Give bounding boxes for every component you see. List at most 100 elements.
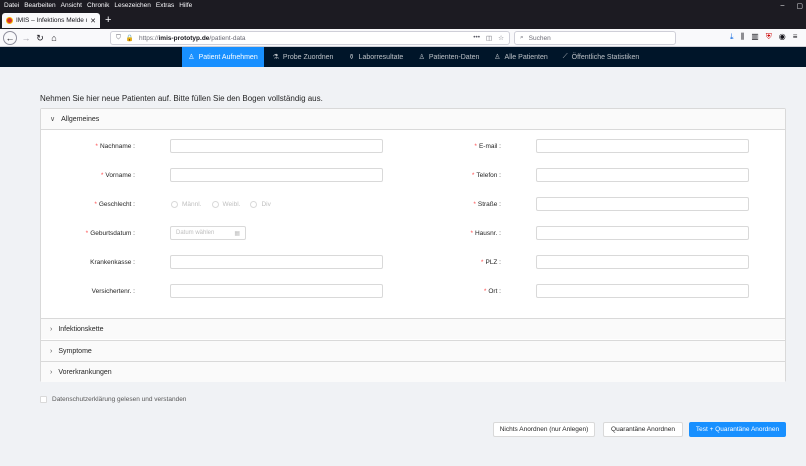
gender-radio-diverse[interactable]: Div	[250, 201, 271, 208]
shield-icon[interactable]: ⛉	[116, 34, 121, 42]
plz-input[interactable]	[536, 255, 749, 269]
nav-label: Alle Patienten	[504, 53, 548, 61]
menu-datei[interactable]: Datei	[4, 2, 19, 9]
email-input[interactable]	[536, 139, 749, 153]
lock-icon[interactable]: 🔒	[126, 34, 134, 42]
menu-extras[interactable]: Extras	[156, 2, 174, 9]
browser-navbar: ← → ↻ ⌂ ⛉ 🔒 https:// imis-prototyp.de /p…	[0, 29, 806, 47]
sidebar-icon[interactable]: ▥	[751, 32, 759, 42]
reload-icon[interactable]: ↻	[33, 31, 47, 45]
back-icon[interactable]: ←	[3, 31, 17, 45]
nachname-input[interactable]	[170, 139, 383, 153]
experiment-icon: ⚗	[272, 54, 279, 61]
gender-radio-group: Männl. Weibl. Div	[171, 201, 271, 208]
url-host: imis-prototyp.de	[158, 34, 210, 42]
gender-radio-male[interactable]: Männl.	[171, 201, 202, 208]
date-placeholder: Datum wählen	[176, 230, 215, 236]
nav-alle-patienten[interactable]: ♙ Alle Patienten	[488, 47, 554, 67]
label-geburtsdatum: * Geburtsdatum :	[85, 230, 135, 237]
panel-title: Vorerkrankungen	[58, 368, 112, 376]
nav-label: Laborresultate	[358, 53, 404, 61]
search-bar[interactable]: ⌕ Suchen	[514, 31, 676, 45]
chevron-down-icon: ∨	[50, 116, 56, 123]
page-actions-icon[interactable]: •••	[473, 34, 480, 42]
krankenkasse-input[interactable]	[170, 255, 383, 269]
flask-icon: ⚱	[348, 54, 355, 61]
label-geschlecht: * Geschlecht :	[94, 201, 135, 208]
menu-icon[interactable]: ≡	[793, 32, 798, 42]
menu-chronik[interactable]: Chronik	[87, 2, 109, 9]
vorname-input[interactable]	[170, 168, 383, 182]
account-icon[interactable]: ◉	[779, 32, 786, 42]
menu-ansicht[interactable]: Ansicht	[61, 2, 82, 9]
tab-title: IMIS – Infektions Melde und In	[16, 17, 87, 24]
search-icon: ⌕	[520, 34, 524, 41]
url-path: /patient-data	[209, 34, 246, 42]
close-tab-icon[interactable]: ✕	[90, 17, 96, 25]
quarantine-order-button[interactable]: Quarantäne Anordnen	[603, 422, 683, 437]
chevron-right-icon: ›	[50, 347, 53, 355]
privacy-consent[interactable]: Datenschutzerklärung gelesen und verstan…	[40, 396, 186, 403]
browser-tab[interactable]: IMIS – Infektions Melde und In ✕	[2, 13, 100, 28]
pocket-icon[interactable]: ◫	[486, 34, 492, 42]
url-bar[interactable]: ⛉ 🔒 https:// imis-prototyp.de /patient-d…	[110, 31, 510, 45]
calendar-icon: ▦	[234, 230, 240, 237]
panel-header-vorerkrankungen[interactable]: › Vorerkrankungen	[41, 361, 785, 382]
label-krankenkasse: Krankenkasse :	[90, 259, 135, 266]
panel-header-allgemeines[interactable]: ∨ Allgemeines	[41, 109, 785, 130]
favicon-icon	[6, 17, 13, 24]
menu-lesezeichen[interactable]: Lesezeichen	[114, 2, 151, 9]
app-navigation: ♙ Patient Aufnehmen ⚗ Probe Zuordnen ⚱ L…	[0, 47, 806, 67]
nothing-order-button[interactable]: Nichts Anordnen (nur Anlegen)	[493, 422, 595, 437]
home-icon[interactable]: ⌂	[47, 31, 61, 45]
strasse-input[interactable]	[536, 197, 749, 211]
versichertenr-input[interactable]	[170, 284, 383, 298]
menu-hilfe[interactable]: Hilfe	[179, 2, 192, 9]
panel-title: Allgemeines	[61, 115, 100, 123]
nav-label: Patient Aufnehmen	[198, 53, 258, 61]
label-strasse: * Straße :	[473, 201, 501, 208]
bookmark-star-icon[interactable]: ☆	[498, 34, 504, 42]
nav-label: Probe Zuordnen	[282, 53, 334, 61]
chevron-right-icon: ›	[50, 325, 53, 333]
form-collapse: ∨ Allgemeines * Nachname : * Vorname : * Ge…	[40, 108, 786, 382]
label-telefon: * Telefon :	[471, 172, 501, 179]
minimize-icon[interactable]: –	[780, 2, 784, 9]
privacy-checkbox[interactable]	[40, 396, 47, 403]
download-icon[interactable]: ⤓	[730, 32, 734, 42]
ort-input[interactable]	[536, 284, 749, 298]
nav-label: Öffentliche Statistiken	[571, 53, 640, 61]
user-add-icon: ♙	[188, 54, 195, 61]
search-placeholder: Suchen	[528, 34, 551, 42]
forward-icon[interactable]: →	[19, 31, 33, 45]
gender-radio-female[interactable]: Weibl.	[211, 201, 240, 208]
label-nachname: * Nachname :	[95, 143, 135, 150]
panel-header-infektionskette[interactable]: › Infektionskette	[41, 318, 785, 339]
url-prefix: https://	[138, 34, 159, 42]
telefon-input[interactable]	[536, 168, 749, 182]
hausnr-input[interactable]	[536, 226, 749, 240]
label-ort: * Ort :	[483, 288, 501, 295]
label-vorname: * Vorname :	[100, 172, 135, 179]
library-icon[interactable]: ⫼	[741, 32, 745, 42]
chart-icon: ⟋	[562, 53, 568, 60]
label-versichertenr: Versichertenr. :	[91, 288, 135, 295]
test-quarantine-order-button[interactable]: Test + Quarantäne Anordnen	[689, 422, 786, 437]
panel-header-symptome[interactable]: › Symptome	[41, 340, 785, 361]
ublock-icon[interactable]: ⛨	[766, 32, 772, 42]
window-controls: – ▢	[780, 0, 803, 11]
menu-bearbeiten[interactable]: Bearbeiten	[24, 2, 55, 9]
label-email: * E-mail :	[474, 143, 501, 150]
nav-patienten-daten[interactable]: ♙ Patienten-Daten	[412, 47, 486, 67]
privacy-label: Datenschutzerklärung gelesen und verstan…	[52, 396, 187, 403]
birthdate-picker[interactable]: Datum wählen ▦	[170, 226, 246, 240]
nav-oeffentliche-statistiken[interactable]: ⟋ Öffentliche Statistiken	[556, 47, 646, 67]
nav-laborresultate[interactable]: ⚱ Laborresultate	[342, 47, 410, 67]
nav-label: Patienten-Daten	[428, 53, 480, 61]
nav-patient-aufnehmen[interactable]: ♙ Patient Aufnehmen	[182, 47, 264, 67]
team-icon: ♙	[494, 54, 501, 61]
maximize-icon[interactable]: ▢	[796, 2, 803, 10]
page-intro: Nehmen Sie hier neue Patienten auf. Bitt…	[40, 94, 323, 103]
new-tab-icon[interactable]: +	[105, 14, 111, 26]
nav-probe-zuordnen[interactable]: ⚗ Probe Zuordnen	[266, 47, 340, 67]
